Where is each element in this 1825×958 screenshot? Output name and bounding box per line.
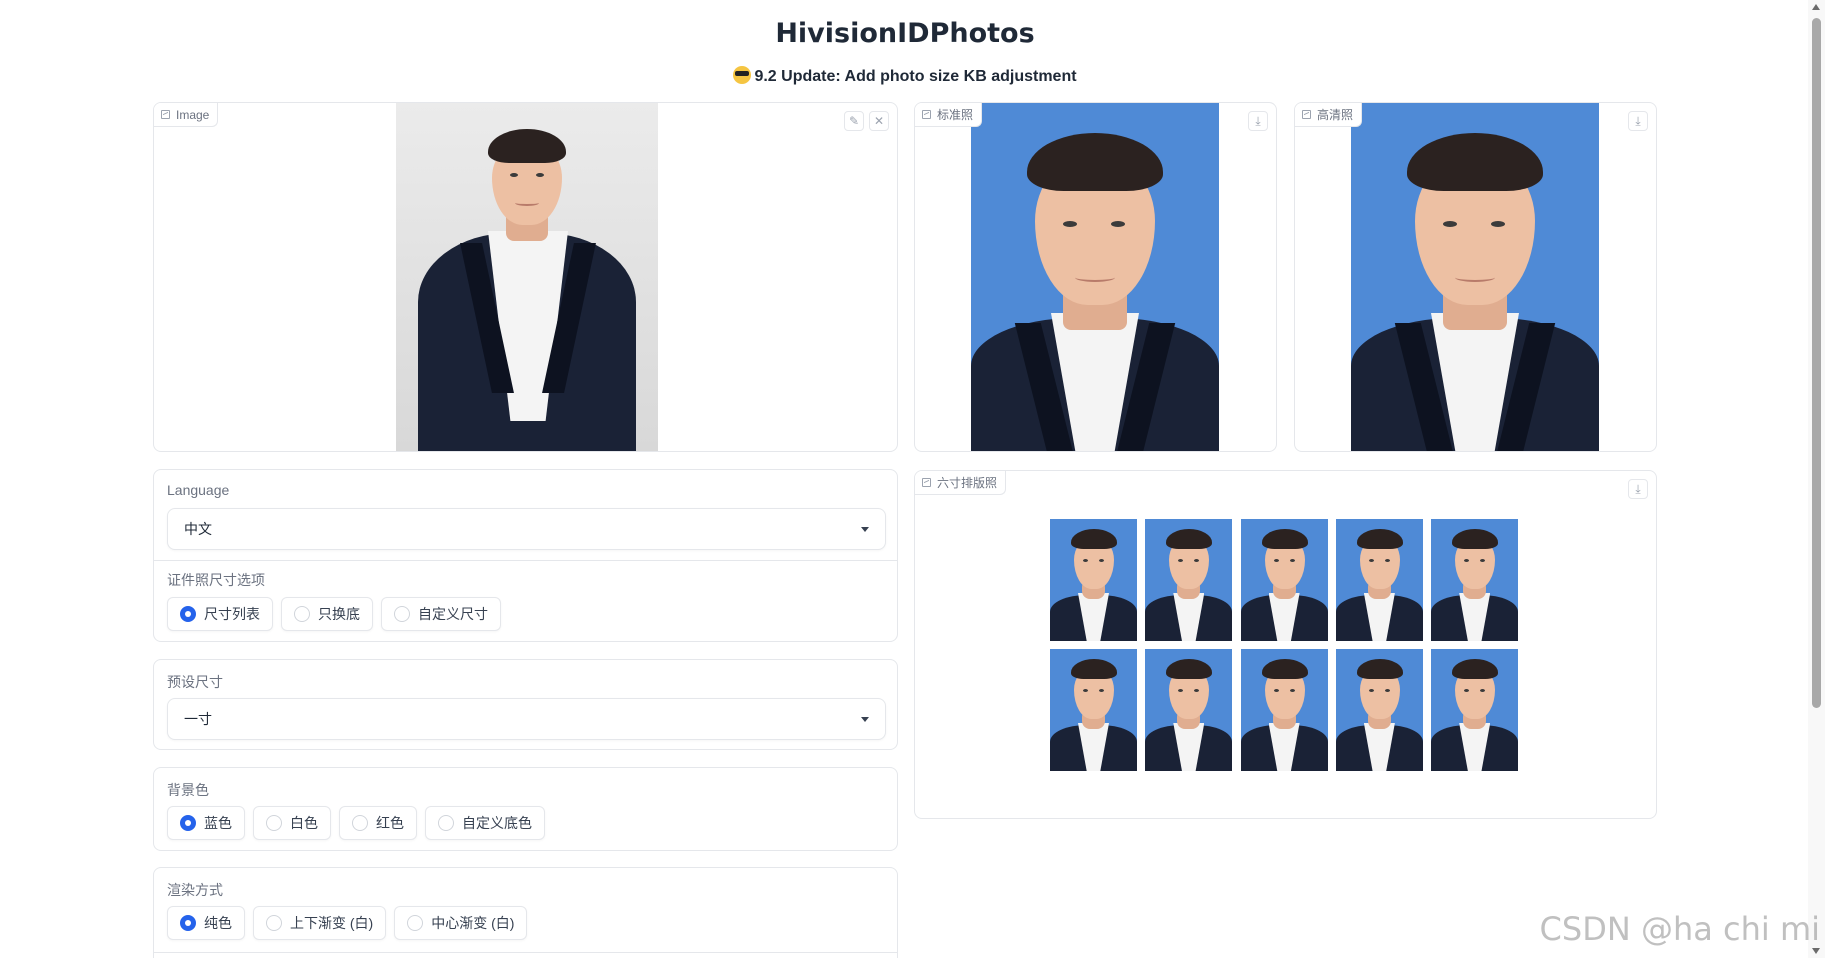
language-value: 中文 bbox=[184, 521, 212, 537]
clear-image-button[interactable]: ✕ bbox=[869, 111, 889, 131]
edit-button[interactable]: ✎ bbox=[844, 111, 864, 131]
size-option-bg-only[interactable]: 只换底 bbox=[281, 597, 373, 631]
layout-thumbnail bbox=[1431, 519, 1519, 641]
pencil-icon: ✎ bbox=[848, 114, 860, 128]
radio-icon bbox=[266, 915, 282, 931]
render-mode-label: 渲染方式 bbox=[167, 882, 223, 898]
image-icon bbox=[922, 478, 931, 487]
input-photo bbox=[396, 103, 658, 451]
preset-size-dropdown[interactable]: 一寸 bbox=[167, 698, 886, 740]
layout-thumbnail bbox=[1050, 519, 1137, 641]
layout-photo-panel: 六寸排版照 ⤓ bbox=[914, 470, 1657, 819]
page-subtitle: 9.2 Update: Add photo size KB adjustment bbox=[0, 66, 1810, 86]
preset-size-box: 预设尺寸 一寸 bbox=[153, 659, 898, 750]
page-title: HivisionIDPhotos bbox=[775, 18, 1035, 49]
download-icon: ⤓ bbox=[1255, 113, 1261, 128]
radio-icon bbox=[266, 815, 282, 831]
layout-thumbnail bbox=[1050, 649, 1137, 771]
render-vertical-gradient[interactable]: 上下渐变 (白) bbox=[253, 906, 387, 940]
render-mode-box: 渲染方式 纯色 上下渐变 (白) 中心渐变 (白) bbox=[153, 867, 898, 958]
download-icon: ⤓ bbox=[1635, 481, 1641, 496]
size-option-group: 尺寸列表 只换底 自定义尺寸 bbox=[167, 597, 501, 631]
layout-thumbnail bbox=[1335, 649, 1423, 771]
layout-thumbnail bbox=[1145, 649, 1233, 771]
radio-icon bbox=[407, 915, 424, 931]
preset-size-label: 预设尺寸 bbox=[167, 674, 223, 690]
radio-icon bbox=[394, 606, 410, 622]
watermark: CSDN @ha chi mi bbox=[1539, 910, 1820, 948]
radio-icon bbox=[294, 606, 310, 622]
image-icon bbox=[1302, 110, 1311, 119]
render-center-gradient[interactable]: 中心渐变 (白) bbox=[394, 906, 528, 940]
download-layout-button[interactable]: ⤓ bbox=[1628, 479, 1648, 499]
radio-icon bbox=[352, 815, 368, 831]
render-solid[interactable]: 纯色 bbox=[167, 906, 245, 940]
scroll-down-icon[interactable] bbox=[1812, 948, 1820, 954]
layout-thumbnail bbox=[1335, 519, 1423, 641]
subtitle-text: 9.2 Update: Add photo size KB adjustment bbox=[754, 68, 1077, 85]
scrollbar-thumb[interactable] bbox=[1812, 18, 1821, 708]
radio-selected-icon bbox=[180, 606, 196, 622]
background-color-box: 背景色 蓝色 白色 红色 自定义底色 bbox=[153, 767, 898, 851]
size-option-label: 证件照尺寸选项 bbox=[167, 572, 265, 588]
bg-color-white[interactable]: 白色 bbox=[253, 806, 331, 840]
background-color-label: 背景色 bbox=[167, 782, 209, 798]
layout-thumbnail bbox=[1431, 649, 1519, 771]
image-icon bbox=[161, 110, 170, 119]
layout-thumbnail bbox=[1145, 519, 1233, 641]
layout-thumbnail bbox=[1240, 519, 1328, 641]
background-color-group: 蓝色 白色 红色 自定义底色 bbox=[167, 806, 545, 840]
standard-photo bbox=[971, 103, 1219, 451]
standard-photo-label: 标准照 bbox=[915, 103, 983, 127]
hd-photo-panel: 高清照 ⤓ bbox=[1294, 102, 1657, 452]
radio-selected-icon bbox=[180, 915, 196, 931]
chevron-down-icon bbox=[861, 526, 869, 532]
render-mode-group: 纯色 上下渐变 (白) 中心渐变 (白) bbox=[167, 906, 528, 940]
layout-thumbnail bbox=[1240, 649, 1328, 771]
radio-selected-icon bbox=[180, 815, 196, 831]
layout-photo-label: 六寸排版照 bbox=[915, 471, 1007, 495]
download-icon: ⤓ bbox=[1635, 113, 1641, 128]
language-label: Language bbox=[167, 482, 230, 498]
image-icon bbox=[922, 110, 931, 119]
scroll-up-icon[interactable] bbox=[1812, 4, 1820, 10]
download-hd-button[interactable]: ⤓ bbox=[1628, 111, 1648, 131]
layout-grid bbox=[1050, 519, 1522, 771]
bg-color-red[interactable]: 红色 bbox=[339, 806, 417, 840]
bg-color-custom[interactable]: 自定义底色 bbox=[425, 806, 545, 840]
sunglasses-emoji-icon bbox=[733, 66, 752, 84]
download-standard-button[interactable]: ⤓ bbox=[1248, 111, 1268, 131]
input-image-panel[interactable]: Image ✎ ✕ bbox=[153, 102, 898, 452]
close-icon: ✕ bbox=[873, 114, 885, 128]
preset-size-value: 一寸 bbox=[184, 711, 212, 727]
size-option-custom[interactable]: 自定义尺寸 bbox=[381, 597, 501, 631]
radio-icon bbox=[438, 815, 454, 831]
settings-box-1: Language 中文 证件照尺寸选项 尺寸列表 只换底 自定义尺寸 bbox=[153, 469, 898, 642]
size-option-list[interactable]: 尺寸列表 bbox=[167, 597, 273, 631]
hd-photo-label: 高清照 bbox=[1295, 103, 1363, 127]
bg-color-blue[interactable]: 蓝色 bbox=[167, 806, 245, 840]
standard-photo-panel: 标准照 ⤓ bbox=[914, 102, 1277, 452]
chevron-down-icon bbox=[861, 716, 869, 722]
input-image-label: Image bbox=[154, 103, 219, 127]
page-scrollbar[interactable] bbox=[1808, 0, 1825, 958]
hd-photo bbox=[1351, 103, 1599, 451]
language-dropdown[interactable]: 中文 bbox=[167, 508, 886, 550]
